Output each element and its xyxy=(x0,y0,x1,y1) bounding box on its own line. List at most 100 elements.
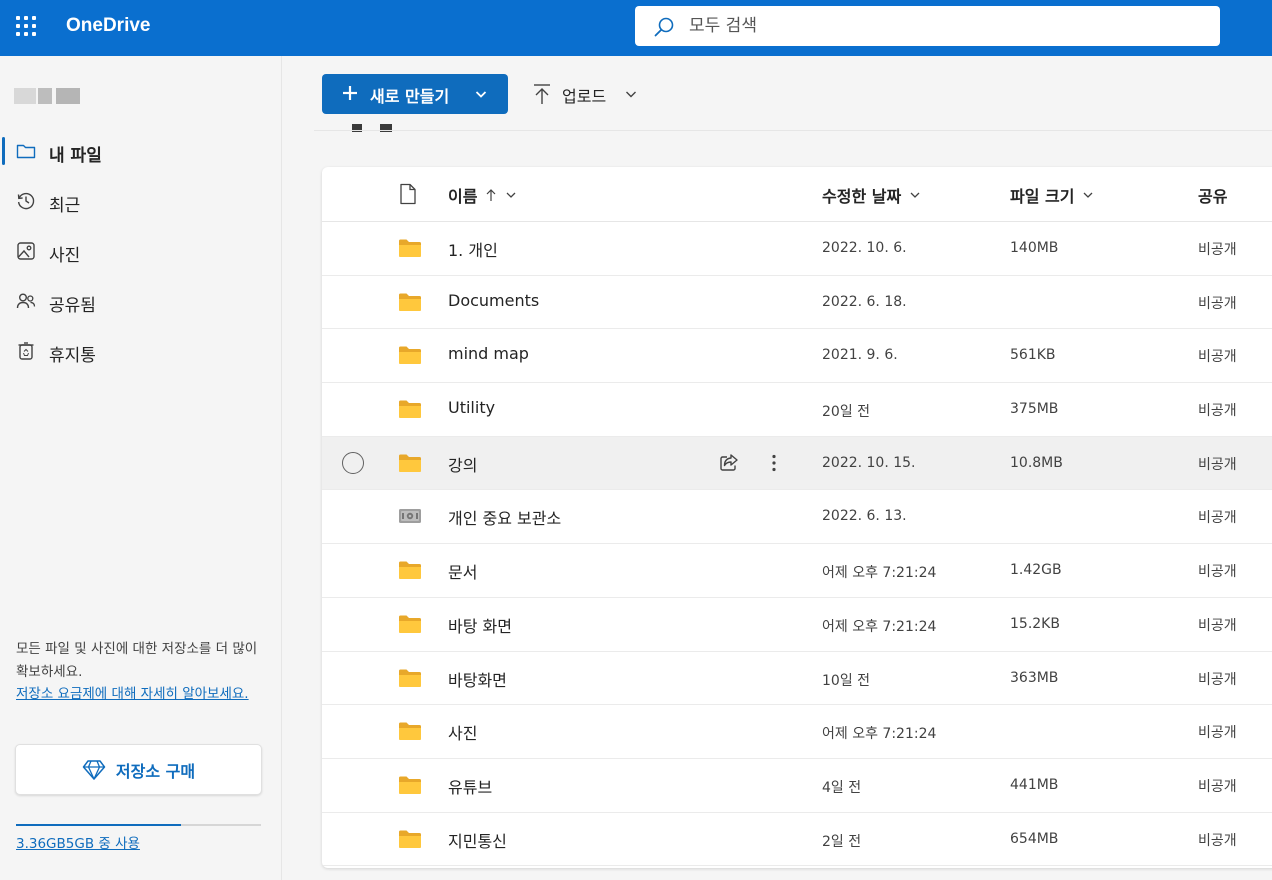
file-name[interactable]: 문서 xyxy=(448,559,477,583)
chevron-down-icon xyxy=(910,192,920,198)
account-name-blurred[interactable] xyxy=(14,88,80,104)
table-row[interactable]: 바탕화면 10일 전 363MB 비공개 xyxy=(322,652,1272,706)
upload-button[interactable]: 업로드 xyxy=(528,74,648,114)
file-name[interactable]: Documents xyxy=(448,291,539,310)
table-row[interactable]: 개인 중요 보관소 2022. 6. 13. 비공개 xyxy=(322,490,1272,545)
file-modified: 10일 전 xyxy=(822,672,871,689)
more-options-icon[interactable] xyxy=(770,453,778,473)
file-list-header: 이름 수정한 날짜 파일 크기 공유 xyxy=(322,167,1272,222)
file-sharing: 비공개 xyxy=(1198,403,1237,420)
table-row[interactable]: mind map 2021. 9. 6. 561KB 비공개 xyxy=(322,329,1272,384)
search-icon xyxy=(654,17,674,37)
file-name[interactable]: 강의 xyxy=(448,452,477,476)
row-select-radio[interactable] xyxy=(342,451,364,474)
sidebar-item-recycle-bin[interactable]: 휴지통 xyxy=(0,331,282,371)
buy-storage-label: 저장소 구매 xyxy=(115,761,196,781)
app-title[interactable]: OneDrive xyxy=(66,15,150,37)
file-sharing: 비공개 xyxy=(1198,349,1237,366)
folder-icon xyxy=(399,239,421,257)
file-name[interactable]: mind map xyxy=(448,344,529,363)
table-row[interactable]: Utility 20일 전 375MB 비공개 xyxy=(322,383,1272,437)
file-size: 654MB xyxy=(1010,830,1059,847)
sidebar-item-my-files[interactable]: 내 파일 xyxy=(0,131,282,171)
folder-icon xyxy=(399,830,421,848)
file-sharing: 비공개 xyxy=(1198,456,1237,473)
sidebar-item-shared[interactable]: 공유됨 xyxy=(0,281,282,321)
sidebar-item-label: 공유됨 xyxy=(49,296,96,316)
file-sharing: 비공개 xyxy=(1198,617,1237,634)
file-size: 375MB xyxy=(1010,401,1059,418)
file-name[interactable]: 바탕 화면 xyxy=(448,613,512,637)
table-row[interactable]: Documents 2022. 6. 18. 비공개 xyxy=(322,276,1272,330)
file-name[interactable]: 바탕화면 xyxy=(448,667,507,691)
upload-button-label: 업로드 xyxy=(562,87,607,106)
file-size: 561KB xyxy=(1010,347,1056,364)
command-bar-divider xyxy=(314,130,1272,131)
file-name[interactable]: 유튜브 xyxy=(448,774,492,798)
column-header-label: 이름 xyxy=(448,187,478,206)
file-modified: 20일 전 xyxy=(822,404,871,421)
file-sharing: 비공개 xyxy=(1198,725,1237,742)
vault-icon xyxy=(399,509,421,524)
table-row[interactable]: 유튜브 4일 전 441MB 비공개 xyxy=(322,759,1272,813)
column-header-label: 공유 xyxy=(1198,187,1228,206)
column-header-name[interactable]: 이름 xyxy=(448,183,517,207)
file-sharing: 비공개 xyxy=(1198,671,1237,688)
storage-quota-bar xyxy=(16,824,261,826)
history-icon xyxy=(17,192,35,210)
sidebar-item-label: 사진 xyxy=(49,246,81,266)
table-row[interactable]: 바탕 화면 어제 오후 7:21:24 15.2KB 비공개 xyxy=(322,598,1272,652)
search-box[interactable] xyxy=(635,6,1220,46)
file-modified: 2022. 6. 13. xyxy=(822,508,907,525)
file-size: 10.8MB xyxy=(1010,454,1063,471)
people-icon xyxy=(16,293,36,309)
file-size: 363MB xyxy=(1010,669,1059,686)
file-modified: 2022. 10. 6. xyxy=(822,240,907,256)
chevron-down-icon xyxy=(475,91,487,98)
table-row[interactable]: 강의 2022. 10. 15. 10.8MB 비공개 xyxy=(322,436,1272,491)
file-sharing: 비공개 xyxy=(1198,295,1237,312)
sidebar-item-label: 최근 xyxy=(49,196,81,216)
file-name[interactable]: 사진 xyxy=(448,720,477,744)
folder-icon xyxy=(399,454,421,472)
file-name[interactable]: 지민통신 xyxy=(448,828,507,852)
sidebar-item-photos[interactable]: 사진 xyxy=(0,231,282,271)
file-list-rows: 1. 개인 2022. 10. 6. 140MB 비공개 Documents 2022. … xyxy=(322,222,1272,867)
table-row[interactable]: 지민통신 2일 전 654MB 비공개 xyxy=(322,813,1272,867)
diamond-icon xyxy=(82,759,106,780)
search-input[interactable] xyxy=(689,6,1189,46)
table-row[interactable]: 문서 어제 오후 7:21:24 1.42GB 비공개 xyxy=(322,544,1272,598)
sidebar-item-recent[interactable]: 최근 xyxy=(0,181,282,221)
file-sharing: 비공개 xyxy=(1198,832,1237,849)
file-name[interactable]: 개인 중요 보관소 xyxy=(448,505,561,529)
chevron-down-icon xyxy=(1083,192,1093,198)
file-modified: 2022. 10. 15. xyxy=(822,454,916,471)
storage-plans-link[interactable]: 저장소 요금제에 대해 자세히 알아보세요. xyxy=(16,684,266,704)
folder-icon xyxy=(399,400,421,419)
file-list: 이름 수정한 날짜 파일 크기 공유 1. 개인 2022. 10. 6. 140M… xyxy=(322,167,1272,868)
folder-icon xyxy=(399,669,421,687)
storage-quota-text[interactable]: 3.36GB5GB 중 사용 xyxy=(16,832,140,852)
column-header-sharing[interactable]: 공유 xyxy=(1198,183,1227,207)
file-name[interactable]: 1. 개인 xyxy=(448,237,498,261)
command-bar: 새로 만들기 업로드 xyxy=(282,56,1272,132)
file-sharing: 비공개 xyxy=(1198,564,1237,581)
buy-storage-button[interactable]: 저장소 구매 xyxy=(15,744,262,795)
table-row[interactable]: 1. 개인 2022. 10. 6. 140MB 비공개 xyxy=(322,222,1272,276)
chevron-down-icon xyxy=(626,91,636,98)
file-name[interactable]: Utility xyxy=(448,398,495,417)
column-header-modified[interactable]: 수정한 날짜 xyxy=(822,183,921,207)
table-row[interactable]: 사진 어제 오후 7:21:24 비공개 xyxy=(322,705,1272,759)
file-type-icon[interactable] xyxy=(399,183,417,205)
share-icon[interactable] xyxy=(718,452,740,474)
folder-icon xyxy=(399,615,421,633)
file-sharing: 비공개 xyxy=(1198,242,1237,258)
recycle-bin-icon xyxy=(18,342,34,360)
file-modified: 2022. 6. 18. xyxy=(822,293,907,310)
new-button[interactable]: 새로 만들기 xyxy=(322,74,508,114)
column-header-size[interactable]: 파일 크기 xyxy=(1010,183,1094,207)
storage-quota-fill xyxy=(16,824,181,826)
app-launcher-icon[interactable] xyxy=(16,16,36,36)
folder-icon xyxy=(399,776,421,794)
file-size: 441MB xyxy=(1010,776,1059,793)
